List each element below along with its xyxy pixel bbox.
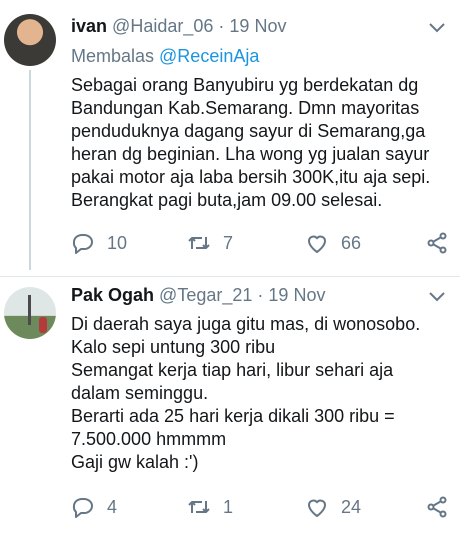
- avatar[interactable]: [4, 287, 56, 339]
- chevron-down-icon[interactable]: [428, 22, 446, 34]
- share-icon: [427, 232, 447, 254]
- tweet-header: ivan @Haidar_06 · 19 Nov: [71, 16, 286, 37]
- tweet-actions: 4 1 24: [71, 495, 451, 521]
- tweet[interactable]: Pak Ogah @Tegar_21 · 19 Nov Di daerah sa…: [0, 277, 460, 540]
- retweet-button[interactable]: 1: [187, 495, 233, 519]
- timestamp[interactable]: 19 Nov: [229, 16, 286, 36]
- avatar-figure: [39, 317, 47, 333]
- retweet-count: 1: [223, 496, 234, 517]
- retweet-icon: [188, 501, 210, 513]
- reply-icon: [72, 498, 93, 518]
- reply-to-link[interactable]: @ReceinAja: [159, 46, 259, 66]
- retweet-icon: [188, 237, 210, 249]
- avatar[interactable]: [4, 14, 56, 66]
- tweet[interactable]: ivan @Haidar_06 · 19 Nov Membalas @Recei…: [0, 0, 460, 276]
- tweet-header: Pak Ogah @Tegar_21 · 19 Nov: [71, 285, 325, 306]
- tweet-text: Di daerah saya juga gitu mas, di wonosob…: [71, 314, 421, 472]
- handle[interactable]: @Haidar_06: [112, 16, 213, 36]
- separator: ·: [218, 16, 225, 36]
- heart-icon: [308, 235, 326, 253]
- like-button[interactable]: 24: [305, 495, 361, 519]
- separator: ·: [257, 285, 264, 305]
- reply-prefix: Membalas: [71, 46, 160, 66]
- thread-line: [29, 70, 31, 270]
- tweet-actions: 10 7 66: [71, 231, 451, 257]
- reply-button[interactable]: 4: [71, 495, 117, 519]
- retweet-count: 7: [223, 232, 234, 253]
- like-count: 24: [341, 496, 362, 517]
- retweet-button[interactable]: 7: [187, 231, 233, 255]
- reply-context: Membalas @ReceinAja: [71, 46, 259, 67]
- heart-icon: [308, 499, 326, 517]
- share-button[interactable]: [425, 231, 460, 255]
- reply-count: 10: [107, 232, 128, 253]
- reply-icon: [72, 234, 93, 254]
- chevron-down-icon[interactable]: [428, 291, 446, 303]
- share-icon: [427, 496, 447, 518]
- timestamp[interactable]: 19 Nov: [268, 285, 325, 305]
- share-button[interactable]: [425, 495, 460, 519]
- reply-count: 4: [107, 496, 118, 517]
- reply-button[interactable]: 10: [71, 231, 127, 255]
- like-count: 66: [341, 232, 362, 253]
- avatar-pole: [28, 295, 31, 325]
- handle[interactable]: @Tegar_21: [159, 285, 252, 305]
- display-name[interactable]: Pak Ogah: [71, 285, 154, 305]
- tweet-text: Sebagai orang Banyubiru yg berdekatan dg…: [71, 75, 431, 210]
- like-button[interactable]: 66: [305, 231, 361, 255]
- display-name[interactable]: ivan: [71, 16, 107, 36]
